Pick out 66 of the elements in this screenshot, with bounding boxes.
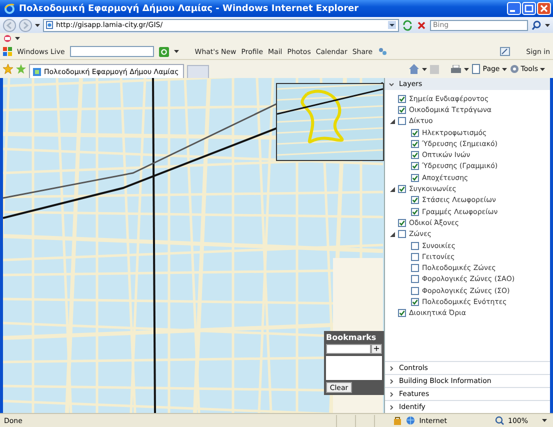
checkbox[interactable] — [411, 208, 419, 216]
expanded-icon[interactable] — [390, 232, 394, 237]
checkbox[interactable] — [398, 218, 406, 227]
caret-icon[interactable] — [502, 68, 507, 70]
checkbox[interactable] — [398, 309, 406, 318]
page-icon — [33, 68, 41, 76]
checkbox[interactable] — [411, 196, 419, 204]
minimize-button[interactable] — [507, 2, 521, 15]
search-icon[interactable] — [531, 20, 542, 30]
checkbox[interactable] — [411, 174, 419, 182]
checkbox[interactable] — [411, 286, 419, 295]
chevron-icon[interactable] — [389, 82, 394, 86]
people-icon[interactable] — [378, 47, 387, 56]
windows-flag-icon[interactable] — [3, 47, 12, 56]
checkbox[interactable] — [411, 128, 419, 137]
checkbox[interactable] — [411, 151, 419, 160]
caret-icon[interactable] — [542, 419, 547, 422]
browser-logo-icon — [4, 3, 15, 14]
bookmark-name-field[interactable] — [326, 344, 371, 354]
checkbox[interactable] — [411, 140, 419, 148]
caret-icon[interactable] — [15, 37, 20, 40]
live-search-field[interactable] — [70, 46, 154, 57]
gear-icon — [510, 64, 519, 74]
checkbox[interactable] — [398, 106, 406, 114]
add-bookmark-button[interactable]: + — [371, 344, 382, 354]
checkbox[interactable] — [411, 275, 419, 284]
zoom-icon[interactable] — [494, 416, 504, 425]
stop-icon[interactable] — [416, 20, 427, 30]
chevron-icon[interactable] — [389, 404, 394, 410]
edit-icon[interactable] — [500, 47, 510, 56]
globe-icon — [406, 416, 416, 425]
page-icon — [46, 21, 53, 29]
lock-icon — [393, 416, 402, 425]
checkbox[interactable] — [411, 252, 419, 261]
checkbox[interactable] — [398, 185, 406, 194]
page-icon — [472, 64, 481, 74]
close-button[interactable] — [537, 2, 551, 15]
dropdown-icon[interactable] — [388, 21, 396, 29]
chevron-icon[interactable] — [389, 366, 394, 370]
caret-icon[interactable] — [545, 24, 550, 26]
search-go-icon[interactable] — [158, 46, 169, 56]
chevron-icon[interactable] — [389, 392, 394, 396]
checkbox[interactable] — [398, 94, 406, 103]
widget-title: Bookmarks — [326, 333, 378, 342]
checkbox[interactable] — [411, 242, 419, 250]
checkbox[interactable] — [411, 264, 419, 272]
caret-icon[interactable] — [422, 68, 427, 70]
refresh-icon[interactable] — [402, 20, 413, 30]
checkbox[interactable] — [411, 298, 419, 306]
print-icon[interactable] — [450, 64, 461, 74]
window-title: Πολεοδομική Εφαρμογή Δήμου Λαμίας - Windows Internet Explorer — [19, 4, 360, 14]
overview-map-drawing[interactable] — [276, 83, 384, 161]
expanded-icon[interactable] — [390, 186, 394, 192]
street-map-drawing[interactable] — [3, 78, 383, 413]
expanded-icon[interactable] — [390, 118, 394, 124]
caret-icon[interactable] — [174, 50, 179, 53]
caret-icon[interactable] — [35, 24, 40, 26]
maximize-button[interactable] — [522, 2, 536, 15]
caret-icon[interactable] — [540, 68, 545, 70]
checkbox[interactable] — [398, 117, 406, 126]
checkbox[interactable] — [411, 162, 419, 170]
addon-icon[interactable] — [3, 34, 12, 43]
caret-icon[interactable] — [464, 68, 469, 70]
star-icon[interactable] — [3, 64, 13, 74]
chevron-icon[interactable] — [389, 378, 394, 384]
checkbox[interactable] — [398, 230, 406, 238]
